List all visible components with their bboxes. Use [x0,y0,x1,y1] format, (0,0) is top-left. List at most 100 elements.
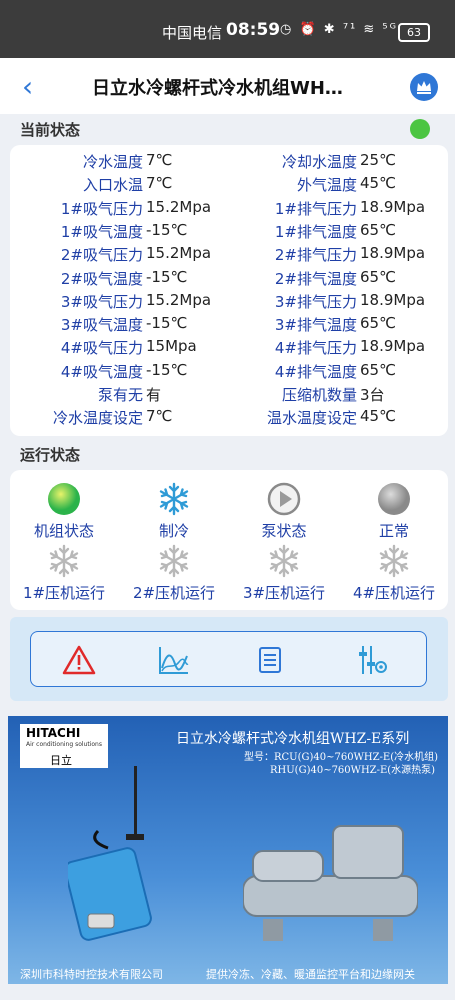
hitachi-logo: HITACHI Air conditioning solutions 日立 [20,724,108,768]
run-status-item: 1#压机运行 [10,544,118,603]
status-label: 3#排气温度 [274,316,357,335]
status-value: -15℃ [146,314,188,333]
status-label: 冷却水温度 [281,153,357,171]
status-value: 18.9Mpa [360,197,426,216]
current-status-card: 冷水温度 7℃ 冷却水温度 25℃ 入口水温 7℃ 外气温度 45℃ 1#吸气压力 15.2Mpa… [10,145,448,436]
run-status-label: 1#压机运行 [22,584,106,602]
app-bar: ‹ 日立水冷螺杆式冷水机组WH… [0,58,455,114]
status-label: 冷水温度设定 [52,409,143,428]
status-value: 7℃ [146,174,173,193]
run-status-item: 正常 [340,482,448,541]
green-ball-icon [47,482,81,516]
page-title: 日立水冷螺杆式冷水机组WH… [92,78,343,99]
alarm-icon[interactable] [62,644,96,676]
status-bar: 中国电信 08:59 ◷ ⏰ ✱ ⁷¹ ≋ ⁵ᴳ 63 [0,0,455,58]
settings-icon[interactable] [354,644,388,676]
status-label: 1#排气压力 [274,199,357,218]
status-value: 45℃ [360,174,396,193]
carrier-label: 中国电信 [162,24,223,42]
run-status-item: 制冷 [120,482,228,541]
snowflake-gray-icon [267,544,301,578]
status-label: 3#吸气温度 [60,316,143,335]
status-row: 泵有无有 压缩机数量 3台 [10,384,445,407]
status-value: 15.2Mpa [146,197,212,216]
banner-model-2: RHU(G)40~760WHZ-E(水源热泵) [270,765,436,776]
status-row: 2#吸气温度 -15℃ 2#排气温度 65℃ [10,268,445,291]
snowflake-gray-icon [377,544,411,578]
status-value: -15℃ [146,360,188,379]
status-value: 15.2Mpa [146,290,212,309]
snowflake-icon [157,482,191,516]
status-label: 3#排气压力 [274,292,357,311]
status-row: 2#吸气压力 15.2Mpa 2#排气压力 18.9Mpa [10,244,445,267]
chiller-unit-image [243,825,418,941]
status-value: 25℃ [360,151,396,169]
play-icon [267,482,301,516]
run-status-label: 正常 [378,522,409,540]
run-status-item: 机组状态 [10,482,118,541]
run-status-item: 泵状态 [230,482,338,541]
status-value: 3台 [360,386,385,404]
status-label: 3#吸气压力 [60,292,143,311]
status-label: 1#吸气温度 [60,222,143,241]
status-value: 有 [146,386,162,404]
run-status-label: 4#压机运行 [352,584,436,602]
status-value: 15.2Mpa [146,244,212,263]
battery-icon: 63 [398,23,430,42]
status-label: 4#排气温度 [274,362,357,381]
status-label: 2#排气温度 [274,269,357,288]
banner-footer-right: 提供冷冻、冷藏、暖通监控平台和边缘网关 [206,968,415,981]
banner-footer-left: 深圳市科特时控技术有限公司 [20,968,163,981]
status-label: 外气温度 [296,176,357,195]
chart-icon[interactable] [157,644,191,676]
status-value: 18.9Mpa [360,244,426,263]
status-label: 2#吸气温度 [60,269,143,288]
banner-title: 日立水冷螺杆式冷水机组WHZ-E系列 [176,731,410,747]
status-label: 温水温度设定 [266,409,357,428]
run-status-item: 3#压机运行 [230,544,338,603]
status-icons: ◷ ⏰ ✱ ⁷¹ ≋ ⁵ᴳ [280,22,398,37]
gateway-device-image [68,766,152,941]
online-indicator-icon [410,119,430,139]
run-status-title: 运行状态 [20,446,81,464]
run-status-label: 3#压机运行 [242,584,326,602]
status-value: -15℃ [146,267,188,286]
status-row: 1#吸气压力 15.2Mpa 1#排气压力 18.9Mpa [10,198,445,221]
run-status-card: 机组状态 制冷 泵状态 正常 1#压机运行 2#压机运行 3#压机运行 4#压机运行 [10,470,448,610]
snowflake-gray-icon [157,544,191,578]
status-label: 4#吸气温度 [60,362,143,381]
status-value: 45℃ [360,407,396,426]
status-label: 4#吸气压力 [60,339,143,358]
status-label: 1#吸气压力 [60,199,143,218]
status-value: -15℃ [146,220,188,239]
status-row: 3#吸气压力 15.2Mpa 3#排气压力 18.9Mpa [10,291,445,314]
back-arrow-icon[interactable]: ‹ [22,70,33,103]
run-status-label: 制冷 [158,522,189,540]
status-label: 2#排气压力 [274,246,357,265]
run-status-item: 2#压机运行 [120,544,228,603]
product-banner[interactable]: HITACHI Air conditioning solutions 日立 日立… [8,716,448,984]
function-toolbar [30,631,427,687]
list-icon[interactable] [253,644,287,676]
gray-ball-icon [377,482,411,516]
status-label: 入口水温 [82,176,143,195]
run-status-label: 机组状态 [33,522,94,540]
status-value: 65℃ [360,220,396,239]
run-status-label: 泵状态 [261,522,307,540]
status-row: 4#吸气压力 15Mpa 4#排气压力 18.9Mpa [10,337,445,360]
status-label: 1#排气温度 [274,222,357,241]
status-label: 泵有无 [97,386,143,404]
status-label: 2#吸气压力 [60,246,143,265]
status-value: 65℃ [360,314,396,333]
status-value: 65℃ [360,267,396,286]
status-row: 入口水温 7℃ 外气温度 45℃ [10,174,445,197]
crown-icon[interactable] [410,73,438,101]
status-row: 冷水温度设定 7℃ 温水温度设定 45℃ [10,407,445,430]
clock: 08:59 [226,20,281,40]
status-row: 4#吸气温度 -15℃ 4#排气温度 65℃ [10,361,445,384]
run-status-item: 4#压机运行 [340,544,448,603]
status-value: 18.9Mpa [360,290,426,309]
status-row: 1#吸气温度 -15℃ 1#排气温度 65℃ [10,221,445,244]
run-status-label: 2#压机运行 [132,584,216,602]
status-value: 15Mpa [146,337,197,356]
